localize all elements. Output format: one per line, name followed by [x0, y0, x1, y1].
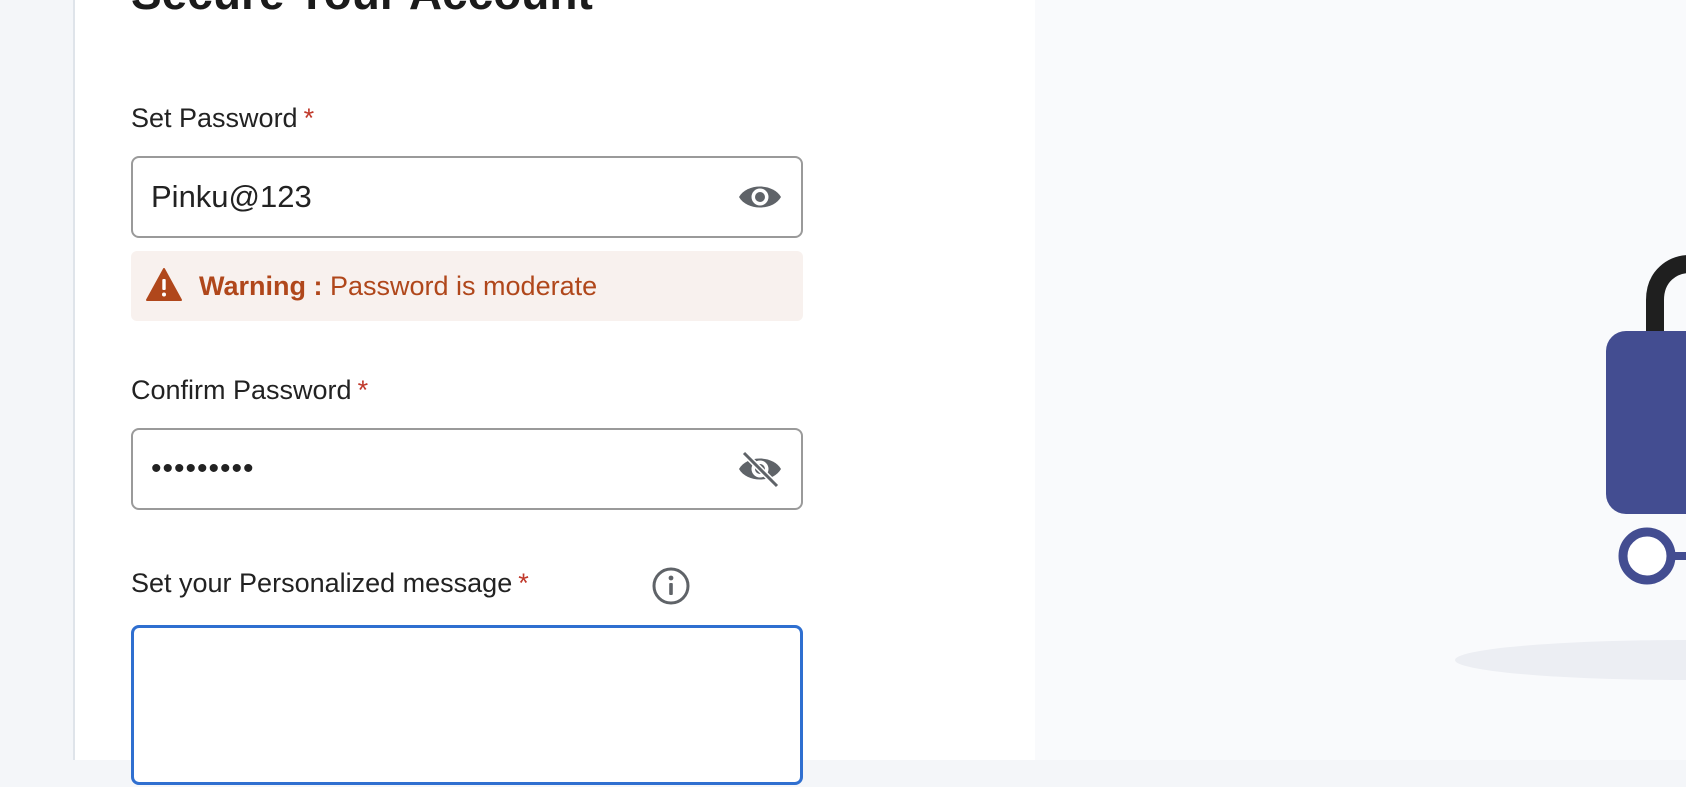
eye-icon[interactable]: [737, 177, 783, 217]
lock-illustration: [1455, 255, 1686, 680]
password-strength-warning: Warning : Password is moderate: [131, 251, 803, 321]
warning-triangle-icon: [145, 267, 183, 303]
set-password-label-text: Set Password: [131, 103, 298, 133]
required-asterisk: *: [518, 568, 529, 598]
page-title: Secure Your Account: [131, 0, 593, 20]
required-asterisk: *: [357, 375, 369, 405]
required-asterisk: *: [303, 103, 315, 133]
warning-message: Password is moderate: [330, 271, 598, 301]
warning-label: Warning :: [199, 271, 323, 301]
personalized-message-input[interactable]: [134, 628, 800, 782]
confirm-password-label: Confirm Password *: [131, 375, 368, 406]
confirm-password-input[interactable]: [151, 430, 711, 508]
eye-off-icon[interactable]: [737, 449, 783, 489]
illustration-panel: [1035, 0, 1686, 760]
confirm-password-label-text: Confirm Password: [131, 375, 352, 405]
warning-text: Warning : Password is moderate: [199, 271, 597, 302]
set-password-field: [131, 156, 803, 238]
confirm-password-field: [131, 428, 803, 510]
personalized-message-label: Set your Personalized message *: [131, 568, 529, 599]
info-icon[interactable]: [651, 566, 691, 606]
personalized-message-field: [131, 625, 803, 785]
set-password-input[interactable]: [151, 158, 711, 236]
left-gutter: [0, 0, 75, 760]
set-password-label: Set Password *: [131, 103, 314, 134]
personalized-message-label-text: Set your Personalized message: [131, 568, 513, 598]
